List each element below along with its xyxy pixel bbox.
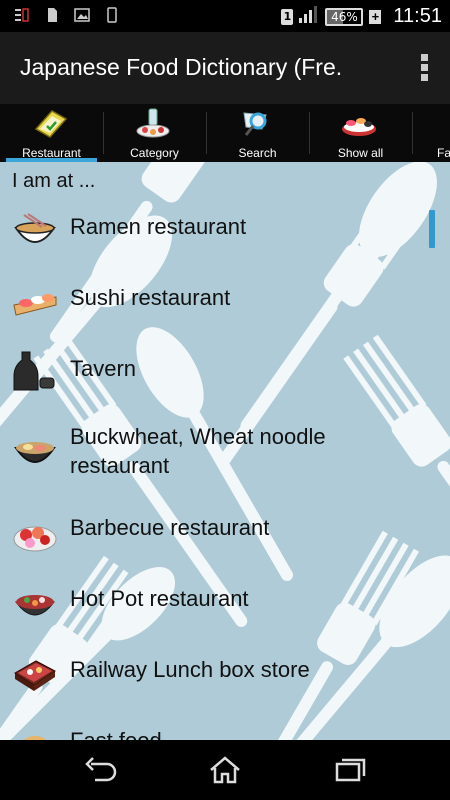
recent-apps-icon[interactable] xyxy=(327,754,371,786)
image-icon xyxy=(74,7,90,23)
item-label: Sushi restaurant xyxy=(70,285,231,310)
tab-label: Category xyxy=(130,146,179,160)
battery-icon: 46% xyxy=(325,7,364,26)
tab-bar: Restaurant Category Search Show all Fa xyxy=(0,104,450,162)
overflow-menu-icon[interactable] xyxy=(418,54,430,84)
restaurant-list[interactable]: I am at ... Ramen restaurant Sushi resta… xyxy=(0,162,450,740)
tab-favorites[interactable]: Fa xyxy=(412,104,450,162)
tab-search[interactable]: Search xyxy=(206,104,309,162)
scrollbar-thumb[interactable] xyxy=(429,210,435,248)
sushi-icon xyxy=(12,283,58,323)
noodle-bowl-icon xyxy=(12,432,58,472)
sim-slot-icon: 1 xyxy=(281,8,294,25)
item-label: Ramen restaurant xyxy=(70,214,247,239)
charging-icon: + xyxy=(369,9,382,24)
list-item-bento[interactable]: Railway Lunch box store xyxy=(0,651,430,715)
home-icon[interactable] xyxy=(203,754,247,786)
list-item-barbecue[interactable]: Barbecue restaurant xyxy=(0,509,430,573)
notification-icon xyxy=(14,7,30,23)
tab-label: Restaurant xyxy=(22,146,81,160)
navigation-bar xyxy=(0,740,450,800)
item-label: Buckwheat, Wheat noodle restaurant xyxy=(70,424,326,478)
list-item-tavern[interactable]: Tavern xyxy=(0,350,430,414)
barbecue-plate-icon xyxy=(12,515,58,555)
sushi-plate-icon xyxy=(339,107,379,139)
favorites-icon xyxy=(442,107,450,139)
bento-box-icon xyxy=(12,655,58,695)
status-bar: 1 46% + 11:51 xyxy=(0,0,450,32)
tab-label: Fa xyxy=(437,146,450,160)
category-dishes-icon xyxy=(133,107,173,139)
fast-food-icon xyxy=(12,728,58,740)
item-label: Barbecue restaurant xyxy=(70,515,270,540)
item-label: Railway Lunch box store xyxy=(70,657,310,682)
list-item-fast-food[interactable]: Fast food xyxy=(0,722,430,740)
signal-icon xyxy=(299,5,319,28)
clock: 11:51 xyxy=(393,5,442,27)
ramen-bowl-icon xyxy=(12,212,58,252)
search-magnifier-icon xyxy=(236,107,276,139)
tab-category[interactable]: Category xyxy=(103,104,206,162)
back-icon[interactable] xyxy=(79,754,123,786)
list-item-ramen[interactable]: Ramen restaurant xyxy=(0,208,430,272)
item-label: Tavern xyxy=(70,356,137,381)
hot-pot-icon xyxy=(12,584,58,624)
app-bar: Japanese Food Dictionary (Fre. xyxy=(0,32,450,104)
tab-show-all[interactable]: Show all xyxy=(309,104,412,162)
tab-restaurant[interactable]: Restaurant xyxy=(0,104,103,162)
sd-card-icon xyxy=(44,7,60,23)
tab-label: Search xyxy=(238,146,277,160)
sake-bottle-icon xyxy=(12,350,58,391)
phone-icon xyxy=(104,7,120,23)
list-item-noodle[interactable]: Buckwheat, Wheat noodle restaurant xyxy=(0,420,430,502)
restaurant-book-icon xyxy=(30,107,70,139)
app-title: Japanese Food Dictionary (Fre. xyxy=(20,54,343,80)
list-item-sushi[interactable]: Sushi restaurant xyxy=(0,279,430,343)
item-label: Hot Pot restaurant xyxy=(70,586,249,611)
tab-label: Show all xyxy=(337,146,384,160)
list-item-hot-pot[interactable]: Hot Pot restaurant xyxy=(0,580,430,644)
item-label: Fast food xyxy=(70,726,162,740)
list-header: I am at ... xyxy=(12,170,96,192)
battery-percent: 46% xyxy=(331,9,358,24)
